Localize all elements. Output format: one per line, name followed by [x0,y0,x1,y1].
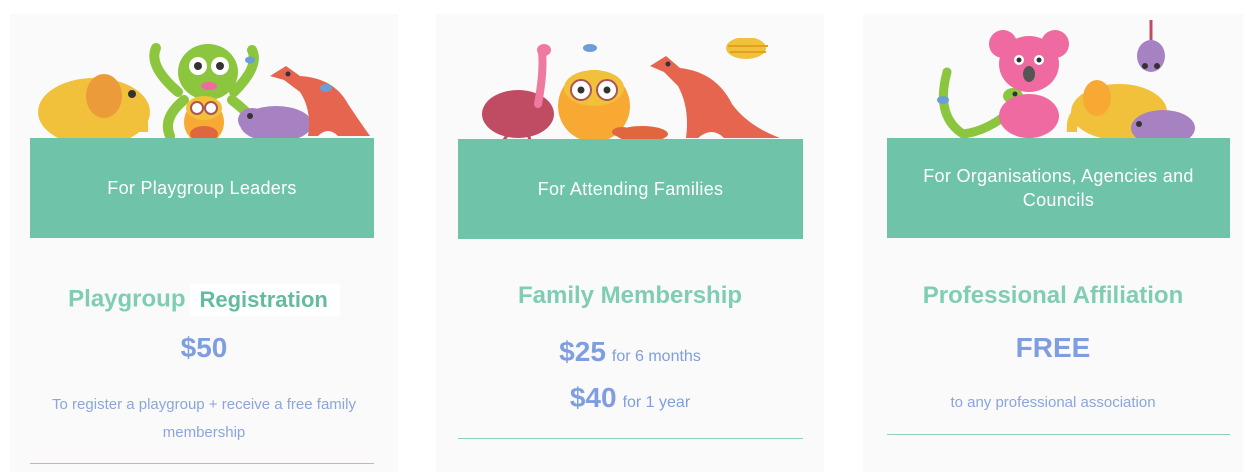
animals-illustration [482,38,780,140]
platypus-icon [612,126,668,140]
animals-illustration [38,43,370,138]
divider [887,434,1230,435]
elephant-icon [38,74,150,138]
price-period: for 6 months [611,348,701,365]
banner-label: For Organisations, Agencies and Councils [887,138,1230,238]
plan-title: Professional Affiliation [922,282,1184,309]
possum-icon [1137,20,1165,72]
owl-icon [184,96,224,138]
animals-illustration [937,20,1195,138]
plan-title: Family Membership [517,282,743,309]
divider [30,463,374,464]
price-amount: $40 [569,382,617,413]
price-amount: $25 [559,336,606,367]
kangaroo-icon [650,56,780,138]
banner-label: For Playgroup Leaders [30,138,374,238]
pricing-page: For Playgroup Leaders Playgroup Registrat… [0,0,1248,472]
plan-price-1-year: $40 for 1 year [436,382,824,414]
bird-icon [583,44,597,52]
banner-label: For Attending Families [458,139,803,239]
koala-icon [989,30,1069,138]
plan-price: $50 [180,332,228,363]
plan-title-highlight: Registration [189,284,340,316]
plan-title: Playgroup Registration [10,284,398,316]
plan-price-6-months: $25 for 6 months [436,336,824,368]
price-period: for 1 year [622,394,691,411]
card-playgroup-leaders: For Playgroup Leaders Playgroup Registrat… [10,14,398,472]
plan-description: To register a playgroup + receive a free… [52,396,356,441]
plan-description: to any professional association [950,394,1156,411]
echidna-icon [726,38,768,59]
emu-icon [482,44,554,140]
bird-icon [937,96,949,104]
wombat-icon [238,106,312,138]
card-organisations: For Organisations, Agencies and Councils… [863,14,1243,472]
divider [458,438,803,439]
plan-price: FREE [1015,332,1091,363]
card-attending-families: For Attending Families Family Membership… [436,14,824,472]
plan-title-text: Playgroup [68,285,186,313]
